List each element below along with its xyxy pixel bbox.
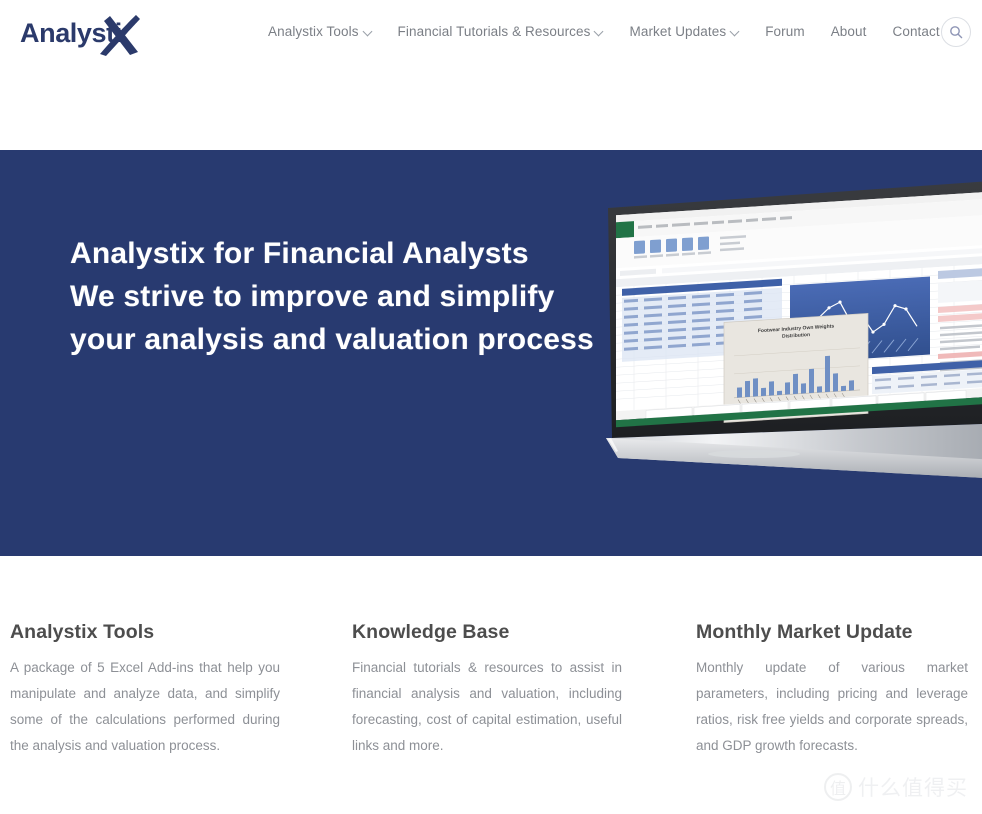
site-header: Analysti Analystix Tools Financial Tutor… (0, 0, 982, 150)
nav-label: Analystix Tools (268, 24, 359, 39)
nav-item-forum[interactable]: Forum (752, 22, 818, 42)
nav-label: Contact (892, 24, 940, 39)
feature-body: Monthly update of various market paramet… (696, 660, 968, 753)
features-section: Analystix Tools A package of 5 Excel Add… (0, 556, 982, 814)
nav-label: Market Updates (629, 24, 727, 39)
search-icon (950, 26, 963, 39)
chevron-down-icon (731, 27, 739, 35)
nav-label: Financial Tutorials & Resources (397, 24, 591, 39)
feature-card-analystix-tools: Analystix Tools A package of 5 Excel Add… (10, 620, 280, 759)
nav-item-financial-tutorials-resources[interactable]: Financial Tutorials & Resources (385, 22, 617, 42)
chevron-down-icon (595, 27, 603, 35)
nav-label: Forum (765, 24, 805, 39)
feature-title: Monthly Market Update (696, 621, 913, 643)
hero-heading-line-3: your analysis and valuation process (70, 323, 594, 356)
feature-body: Financial tutorials & resources to assis… (352, 660, 622, 753)
hero-heading-line-1: Analystix for Financial Analysts (70, 237, 529, 270)
feature-card-knowledge-base: Knowledge Base Financial tutorials & res… (352, 620, 622, 759)
site-logo[interactable]: Analysti (18, 8, 158, 58)
hero-laptop-image: Footwear Industry Own Weights Distributi… (604, 170, 982, 480)
nav-label: About (830, 24, 867, 39)
hero-heading-line-2: We strive to improve and simplify (70, 280, 555, 313)
laptop-illustration: Footwear Industry Own Weights Distributi… (606, 181, 982, 478)
main-navigation: Analystix Tools Financial Tutorials & Re… (255, 22, 953, 42)
logo-svg: Analysti (20, 15, 140, 56)
feature-body: A package of 5 Excel Add-ins that help y… (10, 660, 280, 753)
feature-title: Analystix Tools (10, 621, 155, 643)
nav-item-about[interactable]: About (818, 22, 880, 42)
chevron-down-icon (364, 27, 372, 35)
hero-banner: Footwear Industry Own Weights Distributi… (0, 150, 982, 556)
feature-card-monthly-market-update: Monthly Market Update Monthly update of … (696, 620, 968, 759)
search-button[interactable] (941, 17, 971, 47)
page-root: Analysti Analystix Tools Financial Tutor… (0, 0, 982, 814)
nav-item-analystix-tools[interactable]: Analystix Tools (255, 22, 385, 42)
hero-heading-block: Analystix for Financial Analysts We stri… (70, 232, 594, 361)
feature-title: Knowledge Base (352, 621, 510, 643)
nav-item-market-updates[interactable]: Market Updates (616, 22, 752, 42)
